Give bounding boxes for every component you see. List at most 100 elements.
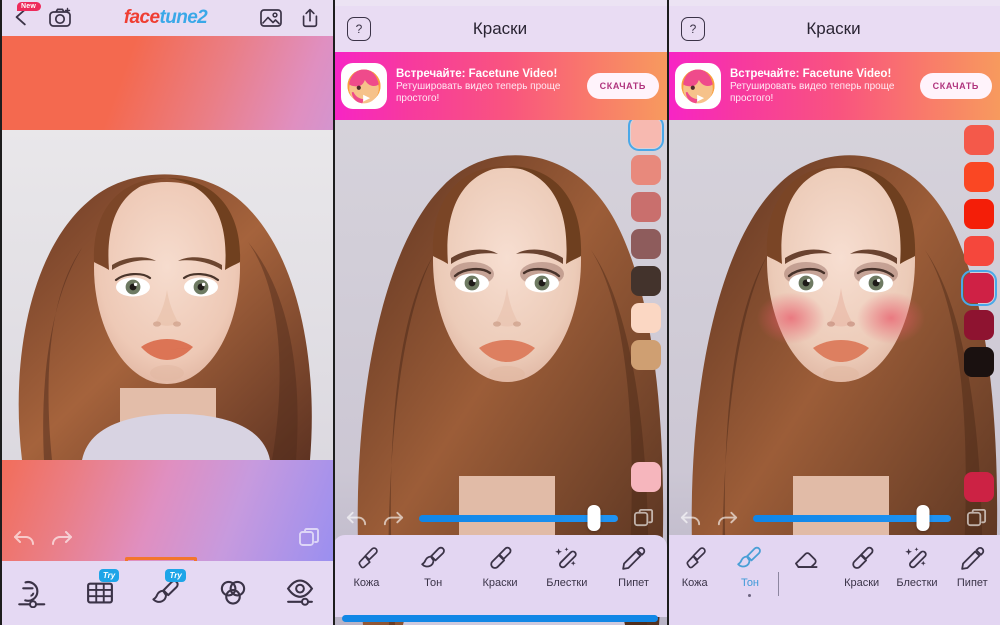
tab-label: Блестки bbox=[546, 577, 588, 589]
tab-label: Краски bbox=[844, 577, 880, 589]
tone-brush-icon bbox=[420, 546, 445, 568]
brush-size-slider[interactable] bbox=[419, 505, 618, 531]
tab-tone[interactable]: Тон bbox=[722, 535, 777, 597]
tab-tone[interactable]: Тон bbox=[400, 535, 467, 589]
download-button[interactable]: СКАЧАТЬ bbox=[586, 73, 659, 99]
color-swatch[interactable] bbox=[964, 162, 994, 192]
tone-brush-icon bbox=[737, 546, 762, 568]
undo-icon[interactable] bbox=[345, 507, 368, 530]
tab-skin[interactable]: Кожа bbox=[667, 535, 722, 589]
try-badge: Try bbox=[165, 569, 186, 582]
paint-tool[interactable]: Try bbox=[133, 561, 200, 625]
panel-edge bbox=[667, 0, 669, 625]
promo-banner-text: Встречайте: Facetune Video! Ретушировать… bbox=[730, 67, 911, 105]
gallery-icon[interactable] bbox=[259, 6, 283, 30]
tab-paints[interactable]: Краски bbox=[467, 535, 534, 589]
color-swatch-rail-bottom[interactable] bbox=[962, 472, 996, 502]
color-swatch[interactable] bbox=[631, 192, 661, 222]
color-swatch[interactable] bbox=[964, 472, 994, 502]
eyes-tool[interactable] bbox=[266, 561, 333, 625]
home-indicator-bar bbox=[342, 615, 658, 622]
tab-divider bbox=[777, 572, 779, 596]
portrait-photo[interactable] bbox=[0, 130, 333, 460]
redo-icon[interactable] bbox=[382, 507, 405, 530]
color-swatch[interactable] bbox=[964, 199, 994, 229]
color-swatch-rail[interactable] bbox=[960, 125, 998, 377]
slider-knob[interactable] bbox=[916, 505, 930, 531]
color-swatch[interactable] bbox=[627, 114, 665, 152]
skin-brush-icon bbox=[686, 547, 706, 569]
brush-icon bbox=[152, 579, 180, 603]
promo-banner-subtitle: Ретушировать видео теперь проще простого… bbox=[730, 81, 895, 104]
glitter-brush-icon bbox=[904, 546, 928, 569]
panel3-header: ? Краски bbox=[667, 6, 1000, 52]
eyedropper-icon bbox=[622, 546, 646, 570]
color-swatch[interactable] bbox=[631, 340, 661, 370]
active-tab-indicator bbox=[748, 594, 752, 597]
tab-label: Блестки bbox=[896, 577, 938, 589]
panel2-header: ? Краски bbox=[333, 6, 667, 52]
eye-slider-icon bbox=[286, 579, 313, 606]
color-swatch-rail[interactable] bbox=[627, 114, 665, 370]
three-circles-icon bbox=[220, 580, 246, 605]
slider-knob[interactable] bbox=[587, 505, 601, 531]
color-swatch[interactable] bbox=[964, 347, 994, 377]
panel-edge bbox=[0, 0, 2, 625]
tab-eraser[interactable] bbox=[779, 535, 834, 572]
color-swatch[interactable] bbox=[964, 125, 994, 155]
skin-brush-icon bbox=[358, 547, 378, 569]
color-swatch[interactable] bbox=[631, 229, 661, 259]
tab-label: Тон bbox=[424, 577, 443, 589]
grid-reshape-icon bbox=[86, 582, 113, 604]
tab-eyedropper[interactable]: Пипет bbox=[600, 535, 667, 589]
panel2-tabbar: Кожа Тон Краски Блестки Пипет bbox=[333, 535, 667, 617]
app-logo-second: tune2 bbox=[159, 7, 208, 28]
panel1-toolbar: Try Try bbox=[0, 561, 333, 625]
app-logo: facetune2 bbox=[124, 7, 208, 29]
color-swatch[interactable] bbox=[960, 269, 998, 307]
tab-label: Пипет bbox=[618, 577, 649, 589]
color-swatch[interactable] bbox=[631, 303, 661, 333]
compare-layers-icon[interactable] bbox=[632, 507, 655, 530]
compare-layers-icon[interactable] bbox=[965, 507, 988, 530]
tab-label: Пипет bbox=[956, 577, 988, 589]
color-swatch[interactable] bbox=[631, 266, 661, 296]
color-swatch[interactable] bbox=[631, 462, 661, 492]
tab-paints[interactable]: Краски bbox=[834, 535, 889, 589]
tab-label: Краски bbox=[482, 577, 518, 589]
redo-icon[interactable] bbox=[50, 526, 74, 550]
face-slider-icon bbox=[18, 580, 46, 608]
tab-eyedropper[interactable]: Пипет bbox=[945, 535, 1000, 589]
promo-banner-text: Встречайте: Facetune Video! Ретушировать… bbox=[396, 67, 578, 105]
retouch-tool[interactable] bbox=[0, 561, 67, 625]
tab-skin[interactable]: Кожа bbox=[333, 535, 400, 589]
color-swatch[interactable] bbox=[964, 310, 994, 340]
download-button[interactable]: СКАЧАТЬ bbox=[919, 73, 992, 99]
facetune-video-app-icon bbox=[675, 63, 721, 109]
screenshot-strip: facetune2 New Try Try ? Краски Встречайт… bbox=[0, 0, 1000, 625]
undo-icon[interactable] bbox=[12, 526, 36, 550]
filters-tool[interactable] bbox=[200, 561, 267, 625]
brush-size-slider[interactable] bbox=[753, 505, 951, 531]
panel3-controls bbox=[667, 503, 1000, 533]
promo-banner[interactable]: Встречайте: Facetune Video! Ретушировать… bbox=[667, 52, 1000, 120]
undo-icon[interactable] bbox=[679, 507, 702, 530]
tab-glitter[interactable]: Блестки bbox=[889, 535, 944, 589]
color-swatch[interactable] bbox=[964, 236, 994, 266]
tab-glitter[interactable]: Блестки bbox=[533, 535, 600, 589]
share-icon[interactable] bbox=[299, 7, 321, 29]
camera-icon[interactable] bbox=[48, 6, 72, 30]
promo-banner[interactable]: Встречайте: Facetune Video! Ретушировать… bbox=[333, 52, 667, 120]
redo-icon[interactable] bbox=[716, 507, 739, 530]
panel1-controls bbox=[0, 523, 333, 553]
paint-marker-icon bbox=[490, 546, 512, 569]
compare-layers-icon[interactable] bbox=[297, 526, 321, 550]
promo-banner-title: Встречайте: Facetune Video! bbox=[396, 68, 558, 80]
reshape-tool[interactable]: Try bbox=[67, 561, 134, 625]
color-swatch[interactable] bbox=[631, 155, 661, 185]
eraser-icon bbox=[794, 552, 818, 568]
promo-banner-subtitle: Ретушировать видео теперь проще простого… bbox=[396, 81, 561, 104]
color-swatch-rail-bottom[interactable] bbox=[629, 462, 663, 492]
eyedropper-icon bbox=[961, 546, 985, 570]
page-title: Краски bbox=[806, 19, 861, 38]
